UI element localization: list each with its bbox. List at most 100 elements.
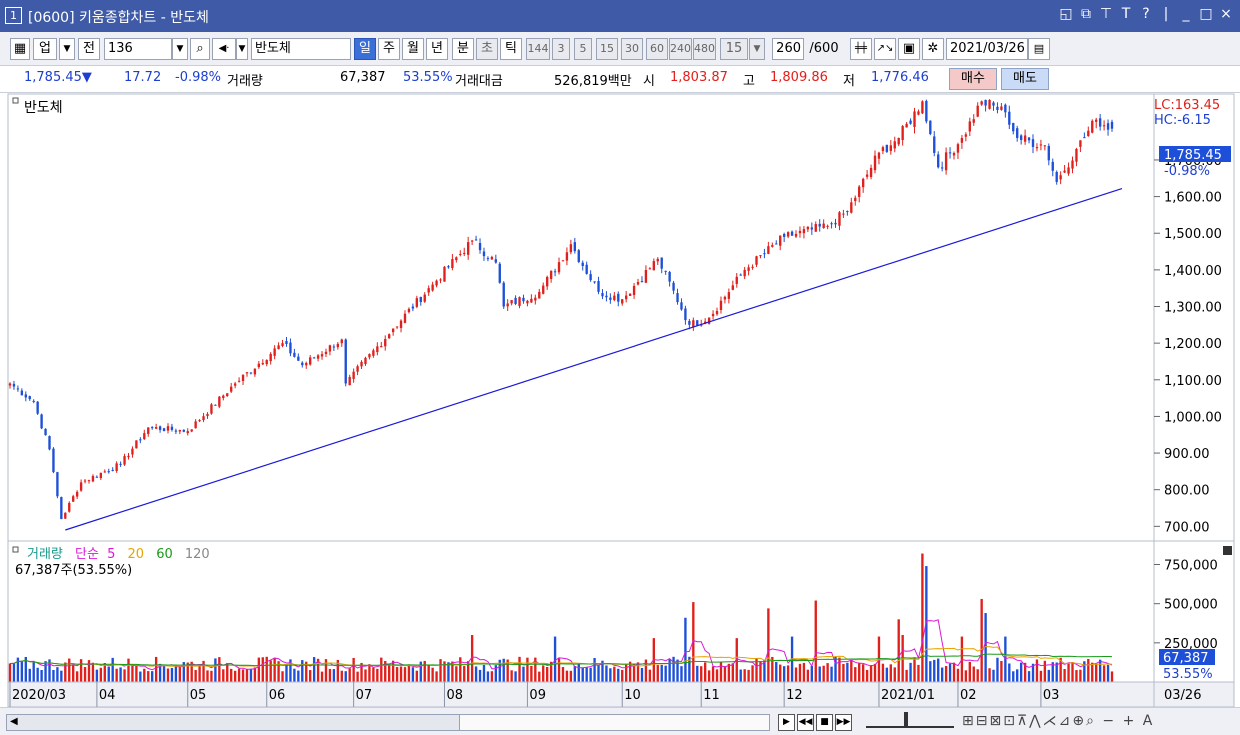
zoom-slider-handle[interactable] — [904, 712, 908, 726]
fast-forward-icon[interactable]: ▶▶ — [835, 714, 852, 731]
step-forward-icon[interactable]: ▶ — [778, 714, 795, 731]
rewind-icon[interactable]: ◀◀ — [797, 714, 814, 731]
scroll-track[interactable]: ◀ — [6, 714, 770, 731]
volume-bar — [226, 663, 229, 682]
price-candle — [988, 99, 991, 110]
price-plot-area[interactable] — [7, 93, 1155, 542]
price-ytick-label: 700.00 — [1164, 520, 1210, 535]
type-dropdown-icon[interactable]: ▼ — [59, 38, 75, 60]
volume-bar — [257, 657, 261, 682]
drawing-tools[interactable]: ⊞⊟⊠⊡⊼⋀⋌⊿⊕⌕ − + A — [962, 713, 1154, 729]
price-change: 17.72 — [124, 70, 162, 85]
calendar-icon[interactable]: ▤ — [1028, 38, 1050, 60]
candle-icon[interactable]: ╪╪ — [850, 38, 872, 60]
x-axis-label: 11 — [703, 688, 720, 703]
window-number[interactable]: 1 — [5, 7, 22, 24]
volume-bar — [490, 671, 494, 682]
interval-input[interactable]: 15 — [720, 38, 748, 60]
price-candle — [502, 281, 505, 309]
count-input[interactable]: 260 — [772, 38, 804, 60]
help-icon[interactable]: ? — [1138, 6, 1154, 22]
minimize-icon[interactable]: _ — [1178, 6, 1194, 22]
period-minute[interactable]: 분 — [452, 38, 474, 60]
volume-bar — [210, 670, 213, 682]
volume-bar — [87, 660, 91, 682]
price-candle — [388, 333, 391, 339]
prev-button[interactable]: 전 — [78, 38, 100, 60]
volume-bar — [230, 668, 233, 682]
volume-bar — [222, 669, 225, 682]
volume-bar — [1102, 665, 1106, 682]
interval-5[interactable]: 5 — [574, 38, 592, 60]
x-axis-label: 07 — [356, 688, 373, 703]
volume-value: 67,387 — [340, 70, 386, 85]
price-panel-title[interactable]: 반도체 — [24, 100, 63, 116]
type-select[interactable]: 업 — [33, 38, 57, 60]
sell-button[interactable]: 매도 — [1001, 68, 1049, 90]
period-month[interactable]: 월 — [402, 38, 424, 60]
volume-bar — [119, 667, 122, 682]
volume-bar — [178, 667, 182, 682]
interval-240[interactable]: 240 — [669, 38, 692, 60]
volume-label: 거래량 — [227, 74, 263, 89]
volume-bar — [388, 664, 391, 682]
period-year[interactable]: 년 — [426, 38, 448, 60]
stop-icon[interactable]: ■ — [816, 714, 833, 731]
interval-3[interactable]: 3 — [552, 38, 570, 60]
volume-bar — [794, 667, 798, 682]
date-input[interactable]: 2021/03/26 — [946, 38, 1028, 60]
sound-icon[interactable]: ◀· — [212, 38, 236, 60]
price-ytick-label: 1,200.00 — [1164, 337, 1222, 352]
compare-icon[interactable]: ↗↘ — [874, 38, 896, 60]
volume-bar — [293, 668, 296, 682]
chart-type-icon[interactable]: ▦ — [10, 38, 30, 60]
price-candle — [52, 447, 55, 474]
volume-bar — [806, 669, 810, 682]
new-window-icon[interactable]: ⧉ — [1078, 6, 1094, 22]
x-axis-label: 03 — [1043, 688, 1060, 703]
maximize-icon[interactable]: □ — [1198, 6, 1214, 22]
font-icon[interactable]: T — [1118, 6, 1134, 22]
interval-480[interactable]: 480 — [693, 38, 716, 60]
interval-15[interactable]: 15 — [596, 38, 618, 60]
period-week[interactable]: 주 — [378, 38, 400, 60]
hc-label: HC:-6.15 — [1154, 113, 1211, 128]
panel-close-icon[interactable] — [1223, 546, 1232, 555]
close-icon[interactable]: × — [1218, 6, 1234, 22]
pin-icon[interactable]: ⊤ — [1098, 6, 1114, 22]
scroll-left-icon[interactable]: ◀ — [10, 716, 18, 727]
volume-bar — [1110, 671, 1114, 682]
volume-bar — [32, 661, 35, 682]
search-icon[interactable]: ⌕ — [190, 38, 210, 60]
volume-bar — [743, 669, 746, 682]
volume-last-label: 67,387주(53.55%) — [15, 563, 132, 578]
volume-bar — [166, 668, 170, 682]
price-candle — [929, 120, 932, 136]
volume-bar — [344, 671, 347, 682]
period-day[interactable]: 일 — [354, 38, 376, 60]
separator-icon: | — [1163, 6, 1169, 22]
restore-layout-icon[interactable]: ◱ — [1058, 6, 1074, 22]
volume-bar — [747, 669, 750, 682]
chart-svg[interactable]: 반도체 LC:163.45 HC:-6.15 1,700.001,600.001… — [0, 93, 1240, 708]
code-dropdown-icon[interactable]: ▼ — [172, 38, 188, 60]
interval-60[interactable]: 60 — [646, 38, 668, 60]
save-icon[interactable]: ▣ — [898, 38, 920, 60]
volume-bar — [696, 665, 699, 682]
scroll-thumb[interactable] — [459, 715, 769, 730]
period-tick[interactable]: 틱 — [500, 38, 522, 60]
zoom-slider[interactable] — [866, 712, 954, 728]
interval-dropdown-icon[interactable]: ▼ — [749, 38, 765, 60]
interval-30[interactable]: 30 — [621, 38, 643, 60]
volume-bar — [431, 667, 434, 682]
buy-button[interactable]: 매수 — [949, 68, 997, 90]
gear-icon[interactable]: ✲ — [922, 38, 944, 60]
sound-dropdown-icon[interactable]: ▼ — [236, 38, 248, 60]
interval-144[interactable]: 144 — [526, 38, 550, 60]
volume-bar — [838, 657, 841, 682]
code-input[interactable]: 136 — [104, 38, 172, 60]
period-second[interactable]: 초 — [476, 38, 498, 60]
volume-bar — [581, 667, 584, 682]
x-axis-label: 05 — [190, 688, 207, 703]
price-candle — [577, 249, 580, 264]
